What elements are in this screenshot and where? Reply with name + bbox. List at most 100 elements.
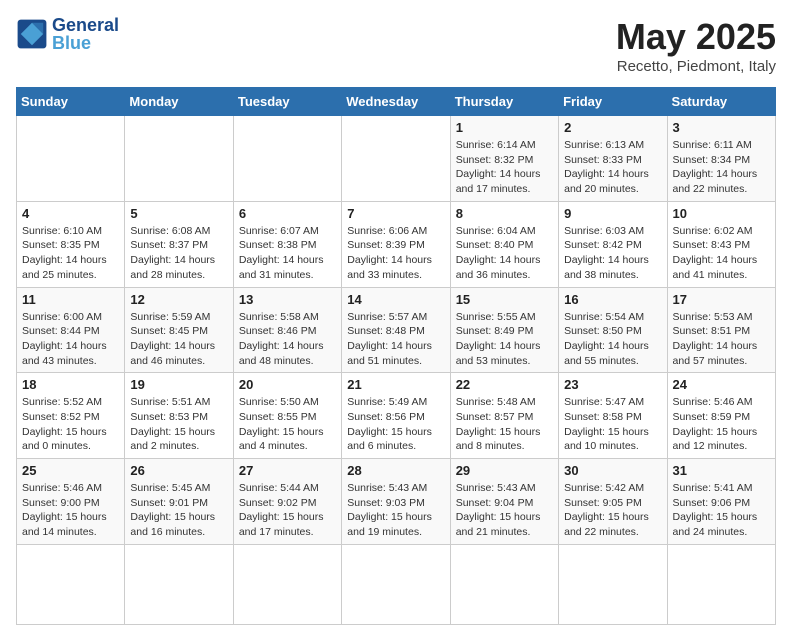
day-number: 9 [564, 206, 661, 221]
empty-cell [450, 544, 558, 624]
day-info: Sunrise: 6:06 AM Sunset: 8:39 PM Dayligh… [347, 224, 444, 283]
day-info: Sunrise: 5:54 AM Sunset: 8:50 PM Dayligh… [564, 310, 661, 369]
logo-name-top: General [52, 16, 119, 34]
weekday-header-wednesday: Wednesday [342, 88, 450, 116]
day-cell-31: 31 Sunrise: 5:41 AM Sunset: 9:06 PM Dayli… [667, 459, 775, 545]
day-number: 1 [456, 120, 553, 135]
day-number: 25 [22, 463, 119, 478]
calendar-row [17, 544, 776, 624]
day-cell-6: 6Sunrise: 6:07 AM Sunset: 8:38 PM Daylig… [233, 201, 341, 287]
weekday-header-saturday: Saturday [667, 88, 775, 116]
day-number: 7 [347, 206, 444, 221]
empty-cell [342, 544, 450, 624]
day-number: 31 [673, 463, 770, 478]
day-number: 22 [456, 377, 553, 392]
empty-cell [17, 116, 125, 202]
day-info: Sunrise: 5:45 AM Sunset: 9:01 PM Dayligh… [130, 481, 227, 540]
day-cell-19: 19 Sunrise: 5:51 AM Sunset: 8:53 PM Dayli… [125, 373, 233, 459]
day-number: 16 [564, 292, 661, 307]
day-number: 3 [673, 120, 770, 135]
day-cell-5: 5 Sunrise: 6:08 AM Sunset: 8:37 PM Daylig… [125, 201, 233, 287]
day-cell-30: 30 Sunrise: 5:42 AM Sunset: 9:05 PM Dayli… [559, 459, 667, 545]
day-info: Sunrise: 5:50 AM Sunset: 8:55 PM Dayligh… [239, 395, 336, 454]
weekday-header-sunday: Sunday [17, 88, 125, 116]
day-info: Sunrise: 6:10 AM Sunset: 8:35 PM Dayligh… [22, 224, 119, 283]
day-info: Sunrise: 6:00 AM Sunset: 8:44 PM Dayligh… [22, 310, 119, 369]
day-info: Sunrise: 5:57 AM Sunset: 8:48 PM Dayligh… [347, 310, 444, 369]
day-number: 28 [347, 463, 444, 478]
day-number: 26 [130, 463, 227, 478]
day-number: 8 [456, 206, 553, 221]
day-info: Sunrise: 6:04 AM Sunset: 8:40 PM Dayligh… [456, 224, 553, 283]
day-cell-8: 8 Sunrise: 6:04 AM Sunset: 8:40 PM Daylig… [450, 201, 558, 287]
day-cell-22: 22 Sunrise: 5:48 AM Sunset: 8:57 PM Dayli… [450, 373, 558, 459]
calendar-row: 4Sunrise: 6:10 AM Sunset: 8:35 PM Daylig… [17, 201, 776, 287]
day-number: 12 [130, 292, 227, 307]
day-info: Sunrise: 5:49 AM Sunset: 8:56 PM Dayligh… [347, 395, 444, 454]
empty-cell [233, 116, 341, 202]
empty-cell [125, 544, 233, 624]
day-cell-24: 24Sunrise: 5:46 AM Sunset: 8:59 PM Dayli… [667, 373, 775, 459]
empty-cell [559, 544, 667, 624]
day-number: 2 [564, 120, 661, 135]
day-cell-12: 12 Sunrise: 5:59 AM Sunset: 8:45 PM Dayli… [125, 287, 233, 373]
empty-cell [17, 544, 125, 624]
day-cell-1: 1 Sunrise: 6:14 AM Sunset: 8:32 PM Daylig… [450, 116, 558, 202]
day-cell-2: 2Sunrise: 6:13 AM Sunset: 8:33 PM Daylig… [559, 116, 667, 202]
day-cell-15: 15Sunrise: 5:55 AM Sunset: 8:49 PM Dayli… [450, 287, 558, 373]
day-cell-13: 13Sunrise: 5:58 AM Sunset: 8:46 PM Dayli… [233, 287, 341, 373]
day-info: Sunrise: 5:55 AM Sunset: 8:49 PM Dayligh… [456, 310, 553, 369]
weekday-header-friday: Friday [559, 88, 667, 116]
empty-cell [233, 544, 341, 624]
day-number: 6 [239, 206, 336, 221]
day-cell-26: 26 Sunrise: 5:45 AM Sunset: 9:01 PM Dayli… [125, 459, 233, 545]
empty-cell [125, 116, 233, 202]
logo: General Blue [16, 16, 119, 52]
day-number: 23 [564, 377, 661, 392]
day-cell-29: 29 Sunrise: 5:43 AM Sunset: 9:04 PM Dayli… [450, 459, 558, 545]
day-info: Sunrise: 5:43 AM Sunset: 9:04 PM Dayligh… [456, 481, 553, 540]
day-number: 20 [239, 377, 336, 392]
day-number: 30 [564, 463, 661, 478]
day-number: 18 [22, 377, 119, 392]
day-info: Sunrise: 5:59 AM Sunset: 8:45 PM Dayligh… [130, 310, 227, 369]
day-cell-21: 21 Sunrise: 5:49 AM Sunset: 8:56 PM Dayli… [342, 373, 450, 459]
day-info: Sunrise: 6:03 AM Sunset: 8:42 PM Dayligh… [564, 224, 661, 283]
page-header: General Blue May 2025 Recetto, Piedmont,… [16, 16, 776, 75]
day-cell-4: 4Sunrise: 6:10 AM Sunset: 8:35 PM Daylig… [17, 201, 125, 287]
day-info: Sunrise: 5:41 AM Sunset: 9:06 PM Dayligh… [673, 481, 770, 540]
day-number: 17 [673, 292, 770, 307]
calendar-row: 25 Sunrise: 5:46 AM Sunset: 9:00 PM Dayli… [17, 459, 776, 545]
day-cell-18: 18 Sunrise: 5:52 AM Sunset: 8:52 PM Dayli… [17, 373, 125, 459]
day-info: Sunrise: 5:48 AM Sunset: 8:57 PM Dayligh… [456, 395, 553, 454]
month-title: May 2025 [616, 16, 776, 58]
day-info: Sunrise: 5:47 AM Sunset: 8:58 PM Dayligh… [564, 395, 661, 454]
day-cell-10: 10Sunrise: 6:02 AM Sunset: 8:43 PM Dayli… [667, 201, 775, 287]
day-info: Sunrise: 5:46 AM Sunset: 9:00 PM Dayligh… [22, 481, 119, 540]
day-cell-16: 16 Sunrise: 5:54 AM Sunset: 8:50 PM Dayli… [559, 287, 667, 373]
calendar-table: SundayMondayTuesdayWednesdayThursdayFrid… [16, 87, 776, 625]
day-info: Sunrise: 5:44 AM Sunset: 9:02 PM Dayligh… [239, 481, 336, 540]
location-subtitle: Recetto, Piedmont, Italy [616, 58, 776, 75]
day-cell-9: 9 Sunrise: 6:03 AM Sunset: 8:42 PM Daylig… [559, 201, 667, 287]
day-number: 11 [22, 292, 119, 307]
day-info: Sunrise: 5:51 AM Sunset: 8:53 PM Dayligh… [130, 395, 227, 454]
weekday-header-row: SundayMondayTuesdayWednesdayThursdayFrid… [17, 88, 776, 116]
empty-cell [342, 116, 450, 202]
day-cell-27: 27Sunrise: 5:44 AM Sunset: 9:02 PM Dayli… [233, 459, 341, 545]
day-info: Sunrise: 6:02 AM Sunset: 8:43 PM Dayligh… [673, 224, 770, 283]
day-info: Sunrise: 5:52 AM Sunset: 8:52 PM Dayligh… [22, 395, 119, 454]
day-cell-28: 28Sunrise: 5:43 AM Sunset: 9:03 PM Dayli… [342, 459, 450, 545]
day-cell-14: 14Sunrise: 5:57 AM Sunset: 8:48 PM Dayli… [342, 287, 450, 373]
day-info: Sunrise: 6:08 AM Sunset: 8:37 PM Dayligh… [130, 224, 227, 283]
day-number: 21 [347, 377, 444, 392]
day-number: 5 [130, 206, 227, 221]
title-area: May 2025 Recetto, Piedmont, Italy [616, 16, 776, 75]
day-number: 19 [130, 377, 227, 392]
logo-icon [16, 18, 48, 50]
day-info: Sunrise: 6:14 AM Sunset: 8:32 PM Dayligh… [456, 138, 553, 197]
day-info: Sunrise: 5:42 AM Sunset: 9:05 PM Dayligh… [564, 481, 661, 540]
day-cell-3: 3Sunrise: 6:11 AM Sunset: 8:34 PM Daylig… [667, 116, 775, 202]
day-number: 29 [456, 463, 553, 478]
day-cell-17: 17Sunrise: 5:53 AM Sunset: 8:51 PM Dayli… [667, 287, 775, 373]
